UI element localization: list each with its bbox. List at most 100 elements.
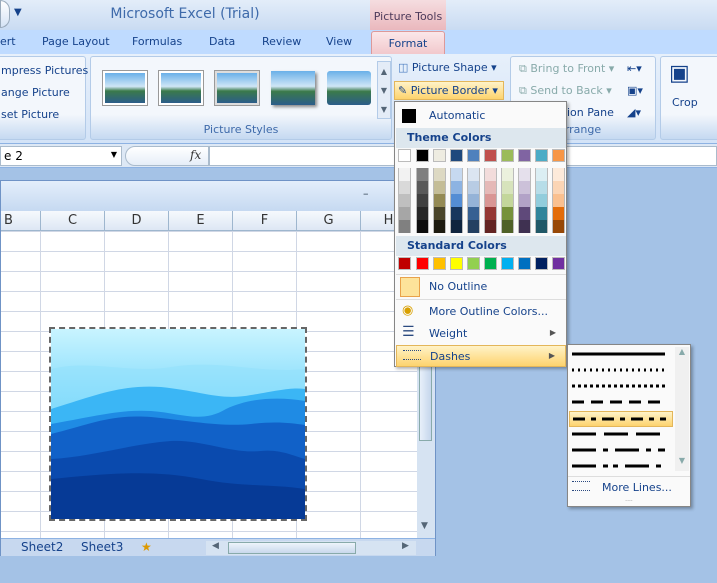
- theme-color-swatch[interactable]: [518, 149, 531, 162]
- theme-color-swatch[interactable]: [501, 149, 514, 162]
- column-header-b[interactable]: B: [1, 211, 41, 231]
- dashes-scrollbar[interactable]: ▲ ▼: [675, 347, 689, 471]
- standard-color-swatch[interactable]: [552, 257, 565, 270]
- scroll-left-icon[interactable]: ◀: [212, 541, 219, 551]
- theme-shade-swatch[interactable]: [518, 207, 531, 220]
- theme-color-swatch[interactable]: [433, 149, 446, 162]
- style-thumbnail[interactable]: [327, 71, 371, 105]
- menu-item-weight[interactable]: ☰ Weight ▶: [396, 323, 566, 345]
- standard-color-swatch[interactable]: [467, 257, 480, 270]
- theme-color-swatch[interactable]: [552, 149, 565, 162]
- minimize-icon[interactable]: –: [363, 187, 369, 200]
- theme-shade-swatch[interactable]: [535, 220, 548, 233]
- reset-picture-button[interactable]: set Picture: [1, 108, 59, 121]
- theme-shade-swatch[interactable]: [501, 181, 514, 194]
- tab-data[interactable]: Data: [209, 35, 235, 48]
- theme-shade-swatch[interactable]: [398, 207, 411, 220]
- theme-color-swatch[interactable]: [398, 149, 411, 162]
- theme-shade-swatch[interactable]: [467, 181, 480, 194]
- menu-item-no-outline[interactable]: No Outline: [396, 276, 566, 298]
- menu-item-dashes[interactable]: Dashes ▶: [396, 345, 566, 367]
- bring-to-front-button[interactable]: ⧉ Bring to Front ▾: [519, 62, 614, 76]
- theme-shade-swatch[interactable]: [552, 220, 565, 233]
- resize-grip[interactable]: ····: [568, 499, 690, 506]
- insert-sheet-icon[interactable]: ★: [141, 540, 152, 554]
- theme-shade-swatch[interactable]: [398, 194, 411, 207]
- theme-shade-swatch[interactable]: [450, 168, 463, 181]
- theme-shade-swatch[interactable]: [433, 220, 446, 233]
- standard-color-swatch[interactable]: [416, 257, 429, 270]
- sheet-tab-sheet3[interactable]: Sheet3: [81, 540, 123, 554]
- theme-shade-swatch[interactable]: [416, 194, 429, 207]
- dash-style-dash-dot[interactable]: [569, 411, 673, 427]
- theme-shade-swatch[interactable]: [416, 181, 429, 194]
- cell-grid[interactable]: [1, 231, 417, 538]
- theme-shade-swatch[interactable]: [501, 207, 514, 220]
- theme-shade-swatch[interactable]: [467, 220, 480, 233]
- dash-style-long-dash-dot[interactable]: [569, 443, 673, 459]
- theme-shade-swatch[interactable]: [398, 181, 411, 194]
- dash-style-long-dash-dot-dot[interactable]: [569, 459, 673, 475]
- name-box[interactable]: e 2 ▼: [0, 146, 122, 166]
- theme-shade-swatch[interactable]: [450, 207, 463, 220]
- send-to-back-button[interactable]: ⧉ Send to Back ▾: [519, 84, 612, 98]
- theme-shade-swatch[interactable]: [467, 207, 480, 220]
- theme-shade-swatch[interactable]: [501, 220, 514, 233]
- tab-review[interactable]: Review: [262, 35, 301, 48]
- theme-shade-swatch[interactable]: [484, 207, 497, 220]
- style-thumbnail[interactable]: [271, 71, 315, 105]
- theme-color-swatch[interactable]: [467, 149, 480, 162]
- theme-shade-swatch[interactable]: [433, 168, 446, 181]
- theme-shade-swatch[interactable]: [416, 220, 429, 233]
- theme-shade-swatch[interactable]: [398, 168, 411, 181]
- theme-shade-swatch[interactable]: [433, 181, 446, 194]
- column-header-c[interactable]: C: [41, 211, 105, 231]
- style-thumbnail[interactable]: [103, 71, 147, 105]
- theme-shade-swatch[interactable]: [467, 194, 480, 207]
- group-icon[interactable]: ▣▾: [627, 84, 643, 97]
- theme-shade-swatch[interactable]: [552, 207, 565, 220]
- theme-shade-swatch[interactable]: [484, 168, 497, 181]
- scroll-up-icon[interactable]: ▲: [675, 347, 689, 356]
- standard-color-swatch[interactable]: [518, 257, 531, 270]
- dash-style-dash[interactable]: [569, 395, 673, 411]
- theme-shade-swatch[interactable]: [501, 194, 514, 207]
- theme-shade-swatch[interactable]: [484, 181, 497, 194]
- picture-border-button[interactable]: ✎ Picture Border ▾: [394, 81, 504, 100]
- standard-color-swatch[interactable]: [535, 257, 548, 270]
- theme-color-swatch[interactable]: [416, 149, 429, 162]
- theme-shade-swatch[interactable]: [416, 168, 429, 181]
- tab-view[interactable]: View: [326, 35, 352, 48]
- chevron-down-icon[interactable]: ▼: [111, 150, 117, 159]
- dash-style-long-dash[interactable]: [569, 427, 673, 443]
- theme-shade-swatch[interactable]: [552, 181, 565, 194]
- theme-shade-swatch[interactable]: [501, 168, 514, 181]
- column-header-e[interactable]: E: [169, 211, 233, 231]
- more-lines-item[interactable]: More Lines...: [568, 476, 690, 498]
- scroll-down-icon[interactable]: ▼: [675, 456, 689, 465]
- theme-shade-swatch[interactable]: [450, 220, 463, 233]
- dash-style-square-dot[interactable]: [569, 379, 673, 395]
- theme-shade-swatch[interactable]: [467, 168, 480, 181]
- standard-color-swatch[interactable]: [484, 257, 497, 270]
- theme-shade-swatch[interactable]: [398, 220, 411, 233]
- standard-color-swatch[interactable]: [433, 257, 446, 270]
- scroll-down-icon[interactable]: ▼: [421, 521, 428, 531]
- theme-shade-swatch[interactable]: [484, 220, 497, 233]
- scroll-thumb[interactable]: [419, 361, 432, 441]
- theme-shade-swatch[interactable]: [552, 194, 565, 207]
- sheet-tab-sheet2[interactable]: Sheet2: [21, 540, 63, 554]
- gallery-scroll[interactable]: ▲ ▼ ▼: [377, 61, 391, 119]
- theme-shade-swatch[interactable]: [433, 194, 446, 207]
- tab-insert[interactable]: ert: [0, 35, 16, 48]
- theme-shade-swatch[interactable]: [518, 220, 531, 233]
- menu-item-automatic[interactable]: Automatic: [396, 105, 566, 127]
- theme-shade-swatch[interactable]: [535, 207, 548, 220]
- style-thumbnail[interactable]: [159, 71, 203, 105]
- theme-shade-swatch[interactable]: [535, 168, 548, 181]
- theme-shade-swatch[interactable]: [552, 168, 565, 181]
- standard-color-swatch[interactable]: [450, 257, 463, 270]
- crop-button[interactable]: Crop: [672, 96, 698, 109]
- scroll-right-icon[interactable]: ▶: [402, 541, 409, 551]
- compress-pictures-button[interactable]: mpress Pictures: [1, 64, 88, 77]
